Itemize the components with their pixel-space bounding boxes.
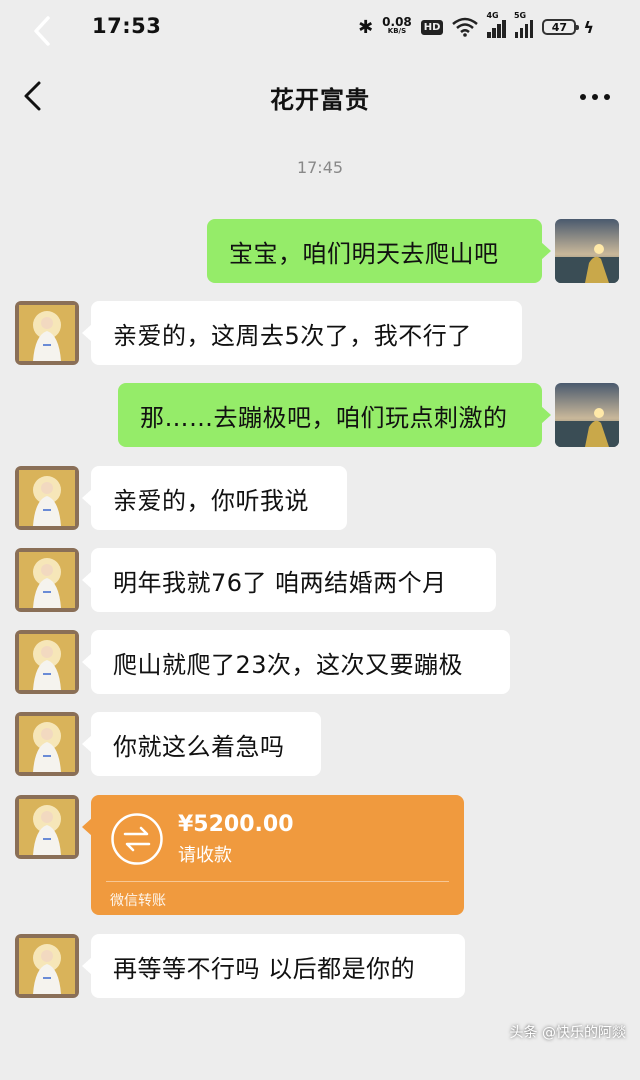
transfer-icon — [111, 813, 163, 865]
message-timestamp: 17:45 — [296, 158, 344, 177]
message-bubble-incoming[interactable]: 爬山就爬了23次，这次又要蹦极 — [82, 630, 510, 694]
chat-title: 花开富贵 — [270, 86, 370, 114]
contact-avatar[interactable] — [15, 630, 79, 694]
wifi-icon — [452, 17, 479, 37]
contact-avatar[interactable] — [15, 466, 79, 530]
contact-avatar[interactable] — [15, 795, 79, 859]
contact-avatar[interactable] — [15, 548, 79, 612]
charging-icon: ϟ — [583, 17, 594, 37]
status-bar: 17:53 ✱ 0.08 KB/S HD 4G 5G 47 ϟ — [0, 0, 640, 56]
my-avatar[interactable] — [555, 219, 619, 283]
message-bubble-incoming[interactable]: 亲爱的，这周去5次了，我不行了 — [82, 301, 522, 365]
my-avatar[interactable] — [555, 383, 619, 447]
transfer-note: 请收款 — [178, 845, 232, 866]
transfer-label: 微信转账 — [110, 893, 166, 909]
message-bubble-incoming[interactable]: 亲爱的，你听我说 — [82, 466, 347, 530]
signal-icon: 5G — [514, 11, 534, 38]
network-speed: 0.08 KB/S — [382, 15, 412, 36]
signal-label-5g: 5G — [513, 11, 527, 20]
hd-badge: HD — [420, 19, 444, 35]
bluetooth-icon: ✱ — [358, 16, 374, 38]
status-icons: ✱ 0.08 KB/S HD 4G 5G 47 ϟ — [358, 11, 594, 40]
signal-label-4g: 4G — [486, 11, 499, 20]
transfer-divider — [106, 881, 449, 882]
message-bubble-incoming[interactable]: 明年我就76了 咱两结婚两个月 — [82, 548, 496, 612]
watermark: 头条 @快乐的阿燚 — [509, 1025, 626, 1041]
status-time: 17:53 — [92, 14, 162, 38]
network-speed-unit: KB/S — [387, 27, 407, 35]
contact-avatar[interactable] — [15, 712, 79, 776]
battery-icon: 47 — [542, 19, 580, 35]
contact-avatar[interactable] — [15, 934, 79, 998]
transfer-amount: ¥5200.00 — [178, 812, 294, 837]
more-icon[interactable] — [580, 94, 610, 100]
network-speed-value: 0.08 — [382, 15, 412, 29]
transfer-card[interactable]: ¥5200.00 请收款 微信转账 — [82, 795, 464, 915]
chat-header: 花开富贵 — [0, 60, 640, 132]
message-bubble-incoming[interactable]: 再等等不行吗 以后都是你的 — [82, 934, 465, 998]
contact-avatar[interactable] — [15, 301, 79, 365]
back-icon[interactable] — [28, 14, 58, 48]
message-bubble-incoming[interactable]: 你就这么着急吗 — [82, 712, 321, 776]
message-bubble-outgoing[interactable]: 宝宝，咱们明天去爬山吧 — [207, 219, 551, 283]
message-bubble-outgoing[interactable]: 那……去蹦极吧，咱们玩点刺激的 — [118, 383, 551, 447]
signal-icon: 4G — [486, 11, 506, 38]
